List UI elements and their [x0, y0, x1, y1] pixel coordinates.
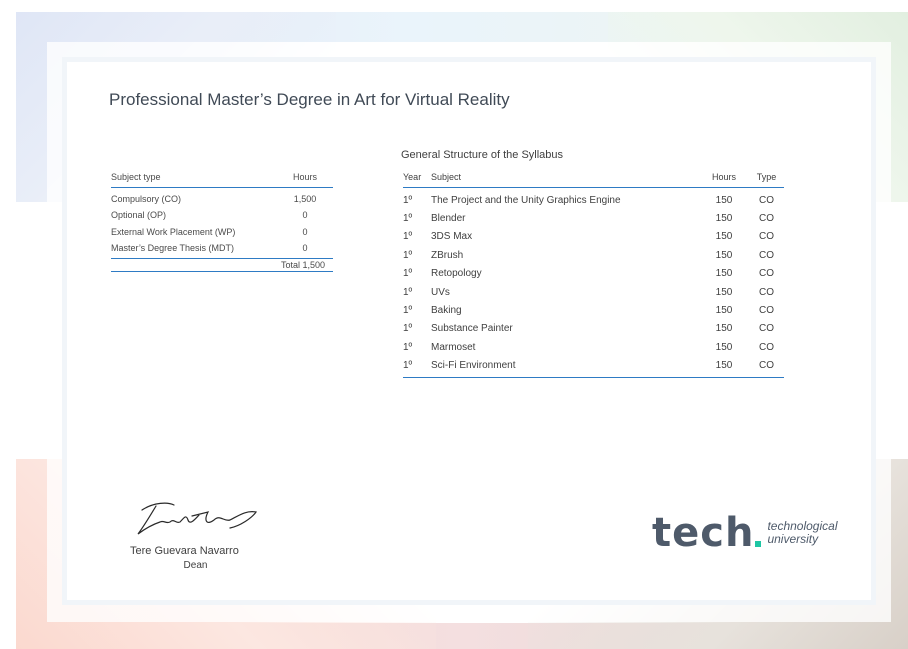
subject-type: Master’s Degree Thesis (MDT) — [111, 243, 235, 254]
row-year: 1º — [403, 249, 413, 261]
table-row: 1º Marmoset 150 CO — [403, 338, 784, 356]
row-subject: Retopology — [431, 268, 482, 280]
header-hours: Hours — [292, 172, 317, 182]
row-subject: Sci-Fi Environment — [431, 360, 516, 372]
row-year: 1º — [403, 231, 413, 243]
table-row: 1º The Project and the Unity Graphics En… — [403, 191, 784, 209]
row-year: 1º — [403, 213, 413, 225]
row-type: CO — [759, 268, 774, 280]
row-subject: Marmoset — [431, 341, 476, 353]
header-type: Type — [756, 172, 777, 182]
signatory-name: Tere Guevara Navarro — [130, 545, 239, 557]
syllabus-title: General Structure of the Syllabus — [401, 149, 564, 161]
subject-hours: 1,500 — [293, 194, 317, 205]
row-subject: UVs — [431, 286, 450, 298]
row-subject: 3DS Max — [431, 231, 473, 243]
row-type: CO — [759, 249, 774, 261]
row-year: 1º — [403, 360, 413, 372]
table-row: 1º Substance Painter 150 CO — [403, 320, 784, 338]
row-year: 1º — [403, 341, 413, 353]
row-hours: 150 — [715, 268, 733, 280]
row-type: CO — [759, 286, 774, 298]
row-year: 1º — [403, 286, 413, 298]
page-title: Professional Master’s Degree in Art for … — [109, 90, 510, 109]
handwritten-signature — [137, 502, 257, 535]
row-type: CO — [759, 213, 774, 225]
row-hours: 150 — [715, 213, 733, 225]
subject-type: Optional (OP) — [111, 210, 167, 221]
row-type: CO — [759, 305, 774, 317]
subject-hours: 0 — [302, 243, 308, 254]
total-hours: Total 1,500 — [280, 260, 326, 271]
row-hours: 150 — [715, 194, 733, 206]
header-subject: Subject — [431, 172, 462, 182]
subject-type-table: Subject type Hours Compulsory (CO) 1,500… — [111, 172, 333, 273]
table-row: 1º ZBrush 150 CO — [403, 246, 784, 264]
syllabus-body: 1º The Project and the Unity Graphics En… — [403, 188, 784, 378]
signatory-role: Dean — [183, 560, 208, 571]
row-year: 1º — [403, 305, 413, 317]
row-hours: 150 — [715, 323, 733, 335]
header-year: Year — [403, 172, 422, 182]
tech-university-logo: tech technological university — [652, 513, 838, 553]
table-row: 1º UVs 150 CO — [403, 283, 784, 301]
logo-line-2: university — [767, 532, 819, 546]
table-row: Optional (OP) 0 — [111, 207, 333, 223]
logo-accent-dot — [755, 541, 762, 547]
table-row: Compulsory (CO) 1,500 — [111, 191, 333, 207]
row-subject: The Project and the Unity Graphics Engin… — [431, 194, 621, 206]
row-subject: Substance Painter — [431, 323, 513, 335]
row-subject: Blender — [431, 213, 466, 225]
table-row: 1º 3DS Max 150 CO — [403, 228, 784, 246]
syllabus-header: Year Subject Hours Type — [403, 172, 784, 188]
row-type: CO — [759, 231, 774, 243]
row-subject: ZBrush — [431, 249, 464, 261]
subject-hours: 0 — [302, 226, 308, 237]
subject-type: External Work Placement (WP) — [111, 226, 236, 237]
logo-subtitle: technological university — [767, 520, 837, 546]
header-subject-type: Subject type — [111, 172, 161, 182]
table-row: 1º Baking 150 CO — [403, 301, 784, 319]
row-hours: 150 — [715, 249, 733, 261]
table-row: 1º Blender 150 CO — [403, 209, 784, 227]
subject-type: Compulsory (CO) — [111, 194, 182, 205]
row-hours: 150 — [715, 286, 733, 298]
row-year: 1º — [403, 323, 413, 335]
table-row: 1º Sci-Fi Environment 150 CO — [403, 357, 784, 375]
table-header: Subject type Hours — [111, 172, 333, 188]
table-row: External Work Placement (WP) 0 — [111, 224, 333, 240]
row-type: CO — [759, 341, 774, 353]
row-hours: 150 — [715, 341, 733, 353]
row-year: 1º — [403, 268, 413, 280]
table-total: Total 1,500 — [111, 258, 333, 273]
syllabus-table: Year Subject Hours Type 1º The Project a… — [403, 172, 784, 378]
table-row: 1º Retopology 150 CO — [403, 265, 784, 283]
row-hours: 150 — [715, 305, 733, 317]
row-type: CO — [759, 194, 774, 206]
row-type: CO — [759, 323, 774, 335]
row-year: 1º — [403, 194, 413, 206]
row-hours: 150 — [715, 231, 733, 243]
row-subject: Baking — [431, 305, 462, 317]
header-hours: Hours — [711, 172, 736, 182]
logo-wordmark: tech — [652, 510, 755, 556]
row-hours: 150 — [715, 360, 733, 372]
table-row: Master’s Degree Thesis (MDT) 0 — [111, 240, 333, 256]
subject-hours: 0 — [302, 210, 308, 221]
row-type: CO — [759, 360, 774, 372]
